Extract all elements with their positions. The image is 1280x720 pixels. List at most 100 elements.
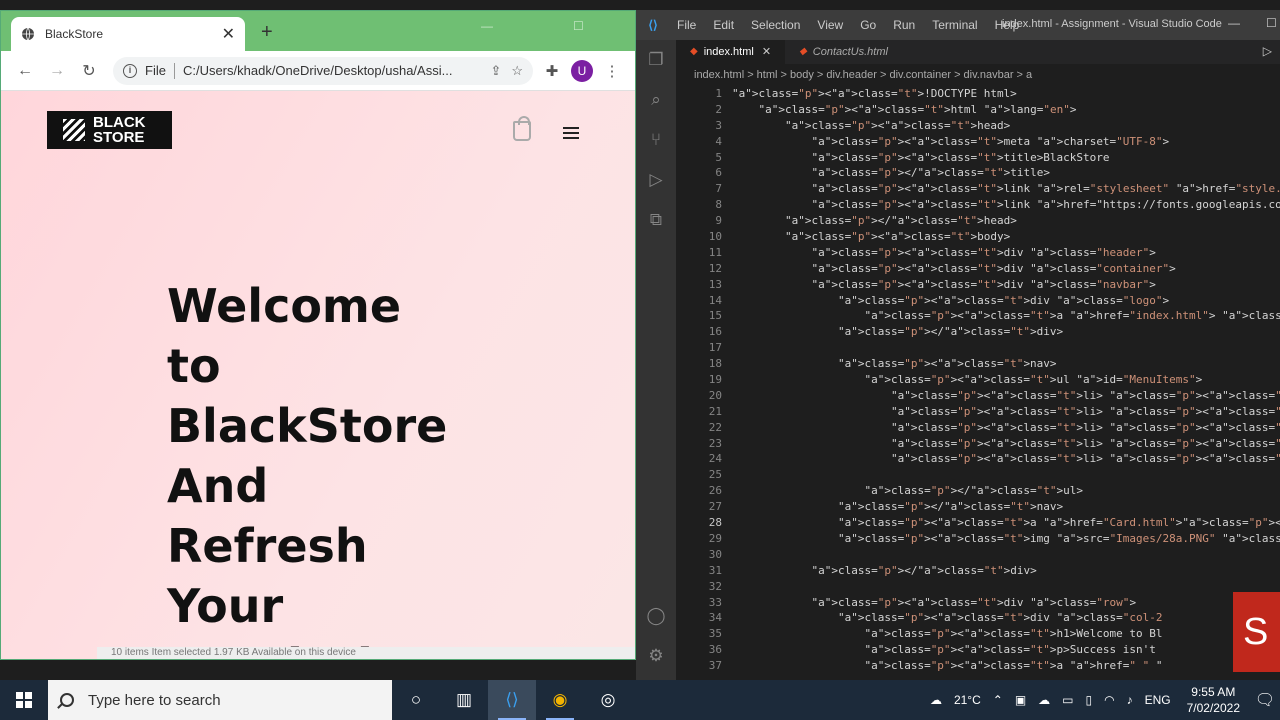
language-indicator[interactable]: ENG [1139, 693, 1177, 707]
code-line[interactable]: 23 "a">class="p"><"a">class="t">li> "a">… [676, 436, 1280, 452]
code-line[interactable]: 5 "a">class="p"><"a">class="t">title>Bla… [676, 150, 1280, 166]
code-text[interactable]: "a">class="p"></"a">class="t">head> [722, 213, 1280, 229]
task-view-icon[interactable]: ▥ [440, 680, 488, 720]
code-text[interactable]: "a">class="p"></"a">class="t">nav> [722, 499, 1280, 515]
close-tab-icon[interactable]: ✕ [222, 24, 235, 44]
onedrive-icon[interactable]: ☁ [1032, 693, 1056, 707]
cortana-icon[interactable]: ○ [392, 680, 440, 720]
extensions-icon[interactable]: ⧉ [646, 210, 666, 230]
code-text[interactable]: "a">class="p"></"a">class="t">ul> [722, 483, 1280, 499]
breadcrumb[interactable]: index.html > html > body > div.header > … [676, 64, 1280, 86]
extensions-icon[interactable]: ✚ [539, 62, 565, 80]
code-line[interactable]: 30 [676, 547, 1280, 563]
tab-contactus-html[interactable]: ◆ ContactUs.html [785, 40, 902, 64]
code-line[interactable]: 13 "a">class="p"><"a">class="t">div "a">… [676, 277, 1280, 293]
code-text[interactable]: "a">class="p"><"a">class="t">ul "a">id="… [722, 372, 1280, 388]
code-text[interactable]: "a">class="p"><"a">class="t">div "a">cla… [722, 261, 1280, 277]
code-line[interactable]: 6 "a">class="p"></"a">class="t">title> [676, 165, 1280, 181]
code-line[interactable]: 3 "a">class="p"><"a">class="t">head> [676, 118, 1280, 134]
code-line[interactable]: 19 "a">class="p"><"a">class="t">ul "a">i… [676, 372, 1280, 388]
code-line[interactable]: 1 "a">class="p"><"a">class="t">!DOCTYPE h… [676, 86, 1280, 102]
code-line[interactable]: 8 "a">class="p"><"a">class="t">link "a">… [676, 197, 1280, 213]
wifi-icon[interactable]: ◠ [1098, 693, 1120, 707]
code-text[interactable]: "a">class="p"><"a">class="t">div "a">cla… [722, 277, 1280, 293]
code-text[interactable]: "a">class="p"></"a">class="t">title> [722, 165, 1280, 181]
bookmark-star-icon[interactable]: ☆ [511, 63, 523, 79]
explorer-icon[interactable]: ❐ [646, 50, 666, 70]
code-line[interactable]: 10 "a">class="p"><"a">class="t">body> [676, 229, 1280, 245]
address-bar[interactable]: i File C:/Users/khadk/OneDrive/Desktop/u… [113, 56, 533, 85]
code-text[interactable]: "a">class="p"><"a">class="t">li> "a">cla… [722, 388, 1280, 404]
code-text[interactable]: "a">class="p"><"a">class="t">!DOCTYPE ht… [722, 86, 1280, 102]
clock[interactable]: 9:55 AM 7/02/2022 [1177, 684, 1250, 716]
code-line[interactable]: 22 "a">class="p"><"a">class="t">li> "a">… [676, 420, 1280, 436]
code-line[interactable]: 12 "a">class="p"><"a">class="t">div "a">… [676, 261, 1280, 277]
code-line[interactable]: 21 "a">class="p"><"a">class="t">li> "a">… [676, 404, 1280, 420]
code-text[interactable]: "a">class="p"><"a">class="t">link "a">hr… [722, 197, 1280, 213]
code-text[interactable] [722, 467, 1280, 483]
code-text[interactable] [722, 547, 1280, 563]
code-line[interactable]: 18 "a">class="p"><"a">class="t">nav> [676, 356, 1280, 372]
close-tab-icon[interactable]: ✕ [762, 40, 771, 64]
notifications-icon[interactable]: 🗨 [1250, 690, 1280, 710]
profile-avatar[interactable]: U [571, 59, 593, 82]
forward-icon[interactable]: → [43, 62, 71, 80]
browser-tab[interactable]: BlackStore ✕ [11, 17, 245, 51]
start-button[interactable] [0, 680, 48, 720]
settings-gear-icon[interactable]: ⚙ [646, 646, 666, 666]
code-line[interactable]: 9 "a">class="p"></"a">class="t">head> [676, 213, 1280, 229]
search-icon[interactable]: ⌕ [646, 90, 666, 110]
code-text[interactable]: "a">class="p"><"a">class="t">li> "a">cla… [722, 404, 1280, 420]
reload-icon[interactable]: ↻ [75, 61, 103, 81]
code-text[interactable]: "a">class="p"><"a">class="t">title>Black… [722, 150, 1280, 166]
source-control-icon[interactable]: ⑂ [646, 130, 666, 150]
code-line[interactable]: 20 "a">class="p"><"a">class="t">li> "a">… [676, 388, 1280, 404]
hamburger-menu-icon[interactable] [563, 127, 579, 139]
network-icon[interactable]: ▭ [1056, 693, 1079, 707]
code-text[interactable]: "a">class="p"><"a">class="t">div "a">cla… [722, 245, 1280, 261]
tray-app-icon[interactable]: ▣ [1009, 693, 1032, 707]
code-text[interactable]: "a">class="p"><"a">class="t">link "a">re… [722, 181, 1280, 197]
code-line[interactable]: 27 "a">class="p"></"a">class="t">nav> [676, 499, 1280, 515]
code-line[interactable]: 15 "a">class="p"><"a">class="t">a "a">hr… [676, 308, 1280, 324]
code-text[interactable]: "a">class="p"><"a">class="t">div "a">cla… [722, 293, 1280, 309]
share-icon[interactable]: ⇪ [490, 63, 501, 79]
shopping-bag-icon[interactable] [513, 116, 531, 141]
taskbar-search[interactable]: Type here to search [48, 680, 392, 720]
new-tab-icon[interactable]: + [261, 21, 273, 44]
vscode-taskbar-icon[interactable]: ⟨⟩ [488, 680, 536, 720]
code-text[interactable]: "a">class="p"><"a">class="t">html "a">la… [722, 102, 1280, 118]
code-line[interactable]: 29 "a">class="p"><"a">class="t">img "a">… [676, 531, 1280, 547]
code-text[interactable]: "a">class="p"><"a">class="t">a "a">href=… [722, 515, 1280, 531]
code-text[interactable]: "a">class="p"><"a">class="t">li> "a">cla… [722, 451, 1280, 467]
menu-item-file[interactable]: File [670, 18, 706, 32]
run-icon[interactable]: ▷ [1263, 44, 1272, 58]
code-line[interactable]: 25 [676, 467, 1280, 483]
code-text[interactable] [722, 340, 1280, 356]
code-text[interactable]: "a">class="p"><"a">class="t">li> "a">cla… [722, 420, 1280, 436]
app-taskbar-icon[interactable]: ◎ [584, 680, 632, 720]
code-line[interactable]: 26 "a">class="p"></"a">class="t">ul> [676, 483, 1280, 499]
code-line[interactable]: 17 [676, 340, 1280, 356]
code-line[interactable]: 7 "a">class="p"><"a">class="t">link "a">… [676, 181, 1280, 197]
back-icon[interactable]: ← [11, 62, 39, 80]
chrome-taskbar-icon[interactable]: ◉ [536, 680, 584, 720]
code-text[interactable]: "a">class="p"></"a">class="t">div> [722, 324, 1280, 340]
code-text[interactable]: "a">class="p"><"a">class="t">img "a">src… [722, 531, 1280, 547]
menu-item-run[interactable]: Run [886, 18, 925, 32]
code-text[interactable]: "a">class="p"><"a">class="t">body> [722, 229, 1280, 245]
code-text[interactable]: "a">class="p"><"a">class="t">li> "a">cla… [722, 436, 1280, 452]
weather-icon[interactable]: ☁ [924, 693, 948, 707]
code-text[interactable]: "a">class="p"><"a">class="t">a "a">href=… [722, 308, 1280, 324]
code-text[interactable]: "a">class="p"><"a">class="t">meta "a">ch… [722, 134, 1280, 150]
code-line[interactable]: 2 "a">class="p"><"a">class="t">html "a">… [676, 102, 1280, 118]
code-line[interactable]: 14 "a">class="p"><"a">class="t">div "a">… [676, 293, 1280, 309]
url-text[interactable]: C:/Users/khadk/OneDrive/Desktop/usha/Ass… [183, 63, 480, 78]
code-line[interactable]: 28 "a">class="p"><"a">class="t">a "a">hr… [676, 515, 1280, 531]
code-line[interactable]: 11 "a">class="p"><"a">class="t">div "a">… [676, 245, 1280, 261]
code-line[interactable]: 24 "a">class="p"><"a">class="t">li> "a">… [676, 451, 1280, 467]
menu-item-terminal[interactable]: Terminal [925, 18, 987, 32]
minimize-icon[interactable]: — [481, 19, 493, 33]
code-line[interactable]: 4 "a">class="p"><"a">class="t">meta "a">… [676, 134, 1280, 150]
maximize-icon[interactable]: ☐ [573, 19, 584, 33]
